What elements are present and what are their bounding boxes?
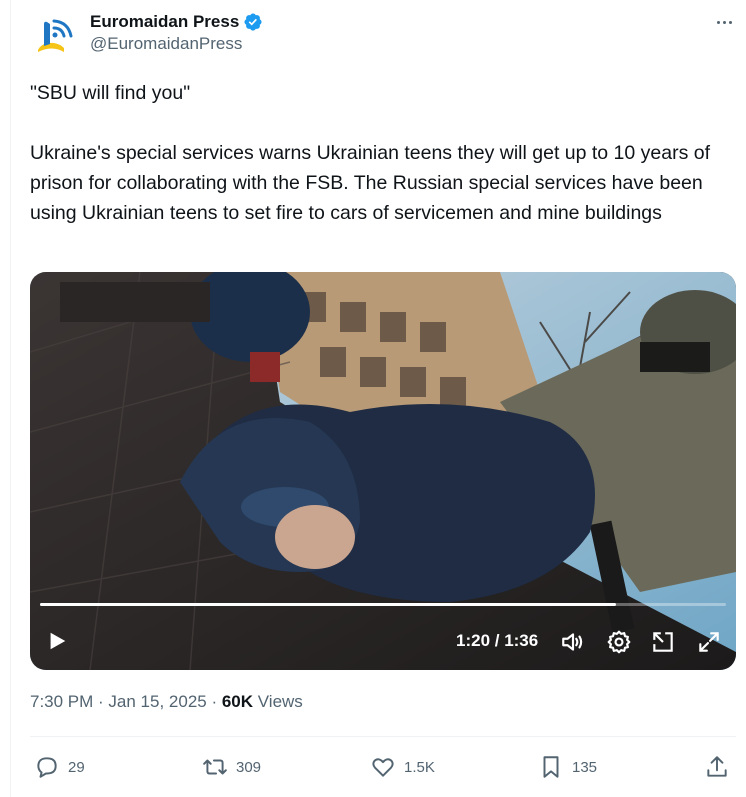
share-button[interactable] — [704, 748, 730, 786]
meta-separator-2: · — [206, 692, 222, 711]
repost-button[interactable]: 309 — [202, 748, 261, 786]
tweet-meta: 7:30 PM · Jan 15, 2025 · 60K Views — [30, 692, 303, 712]
heart-icon — [372, 758, 394, 777]
tweet-text: "SBU will find you" Ukraine's special se… — [30, 78, 730, 228]
meta-separator: · — [93, 692, 109, 711]
reply-count: 29 — [68, 758, 85, 776]
author-display-name[interactable]: Euromaidan Press — [90, 12, 239, 32]
video-progress-bar[interactable] — [40, 603, 726, 606]
video-frame — [30, 272, 736, 670]
tweet-actions: 29 309 1.5K 135 — [30, 748, 736, 788]
bookmark-count: 135 — [572, 758, 598, 776]
bookmark-button[interactable]: 135 — [538, 748, 597, 786]
euromaidan-logo-icon — [38, 19, 73, 52]
thread-line — [10, 0, 11, 797]
volume-icon[interactable] — [560, 629, 586, 655]
video-time: 1:20 / 1:36 — [456, 631, 539, 650]
video-controls: 1:20 / 1:36 — [30, 622, 736, 662]
repost-count: 309 — [236, 758, 262, 776]
tweet-time[interactable]: 7:30 PM — [30, 692, 93, 711]
like-button[interactable]: 1.5K — [370, 748, 435, 786]
reply-icon — [37, 757, 57, 778]
divider — [30, 736, 736, 737]
views-label: Views — [253, 692, 303, 711]
tweet-quote-line: "SBU will find you" — [30, 82, 191, 104]
tweet-header: Euromaidan Press @EuromaidanPress — [30, 10, 736, 60]
bookmark-icon — [543, 756, 559, 778]
more-options-icon[interactable] — [712, 12, 736, 32]
share-icon — [707, 756, 727, 777]
video-player[interactable]: 1:20 / 1:36 — [30, 272, 736, 670]
verified-badge-icon[interactable] — [243, 12, 263, 32]
reply-button[interactable]: 29 — [34, 748, 85, 786]
settings-icon[interactable] — [606, 629, 632, 655]
avatar[interactable] — [30, 12, 78, 60]
picture-in-picture-icon[interactable] — [650, 629, 676, 655]
views-count: 60K — [221, 692, 254, 711]
play-icon[interactable] — [46, 630, 68, 652]
fullscreen-icon[interactable] — [696, 629, 722, 655]
video-progress-fill — [40, 603, 617, 606]
tweet-date[interactable]: Jan 15, 2025 — [108, 692, 206, 711]
tweet-body: Ukraine's special services warns Ukraini… — [30, 142, 711, 224]
author-handle[interactable]: @EuromaidanPress — [90, 34, 242, 54]
repost-icon — [203, 759, 227, 775]
like-count: 1.5K — [404, 758, 435, 776]
